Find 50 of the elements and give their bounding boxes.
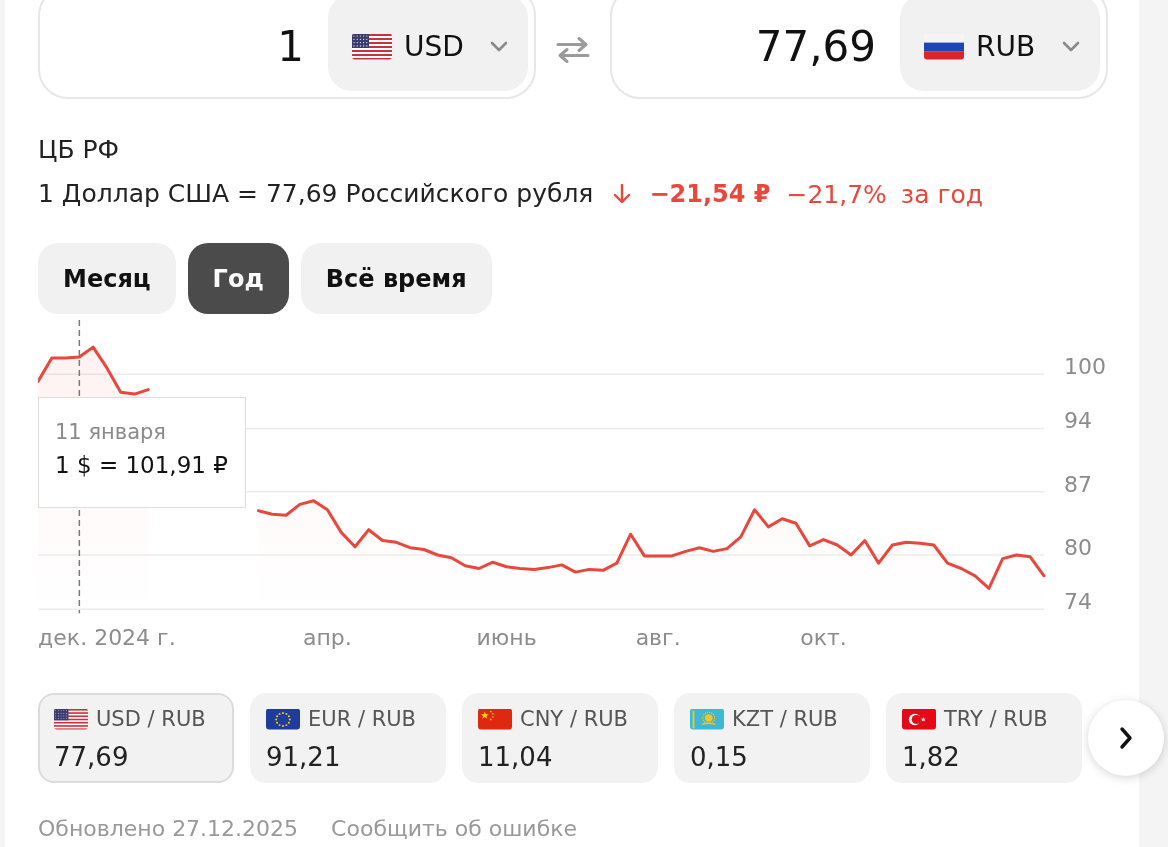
axis-label: 74	[1064, 589, 1092, 615]
pair-label: EUR / RUB	[308, 707, 417, 731]
chevron-right-icon	[1119, 726, 1133, 750]
axis-label: 94	[1064, 408, 1092, 434]
updated-date: Обновлено 27.12.2025	[38, 816, 299, 842]
tooltip-date: 11 января	[55, 419, 167, 446]
rate-source: ЦБ РФ	[38, 135, 121, 165]
amount-input[interactable]: 77,69	[618, 0, 900, 91]
period-tab[interactable]: Месяц	[38, 243, 176, 314]
rate-change: −21,54 ₽	[649, 180, 771, 208]
currency-pair-card[interactable]: USD / RUB 77,69	[38, 693, 234, 783]
currency-pair-card[interactable]: TRY / RUB 1,82	[886, 693, 1082, 783]
china-flag-icon	[478, 708, 512, 730]
currency-pair-card[interactable]: EUR / RUB 91,21	[250, 693, 446, 783]
rate-change-percent: −21,7%	[786, 179, 887, 209]
currency-select[interactable]: USD	[328, 0, 528, 91]
axis-label: 100	[1064, 354, 1106, 380]
axis-label: окт.	[800, 625, 847, 650]
pair-rate: 1,82	[902, 741, 960, 773]
currency-select[interactable]: RUB	[900, 0, 1100, 91]
pair-label: CNY / RUB	[520, 707, 628, 731]
pair-rate: 77,69	[54, 741, 129, 773]
pair-label: TRY / RUB	[944, 707, 1048, 731]
axis-label: 80	[1064, 534, 1092, 560]
rate-text: 1 Доллар США = 77,69 Российского рубля	[38, 179, 594, 209]
us-flag-icon	[54, 708, 88, 730]
currency-pair-card[interactable]: KZT / RUB 0,15	[674, 693, 870, 783]
axis-label: 87	[1064, 471, 1092, 497]
pair-rate: 91,21	[266, 741, 341, 773]
pair-label: USD / RUB	[96, 707, 206, 731]
tooltip-value: 1 $ = 101,91 ₽	[55, 451, 229, 480]
axis-label: июнь	[476, 625, 537, 650]
axis-label: апр.	[303, 625, 352, 650]
rate-period: за год	[900, 179, 984, 209]
swap-arrows-icon[interactable]	[556, 36, 590, 63]
axis-label: авг.	[635, 625, 681, 650]
kazakhstan-flag-icon	[690, 708, 724, 730]
amount-input[interactable]: 1	[46, 0, 328, 91]
period-tab[interactable]: Год	[187, 243, 289, 314]
pair-rate: 11,04	[478, 741, 553, 773]
period-tab[interactable]: Всё время	[300, 243, 492, 314]
pair-label: KZT / RUB	[732, 707, 838, 731]
pair-rate: 0,15	[690, 741, 748, 773]
currency-pair-card[interactable]: CNY / RUB 11,04	[462, 693, 658, 783]
axis-label: дек. 2024 г.	[38, 625, 176, 650]
eu-flag-icon	[266, 708, 300, 730]
chevron-down-icon	[1062, 41, 1080, 52]
chevron-down-icon	[490, 41, 508, 52]
us-flag-icon	[352, 33, 392, 60]
turkey-flag-icon	[902, 708, 936, 730]
